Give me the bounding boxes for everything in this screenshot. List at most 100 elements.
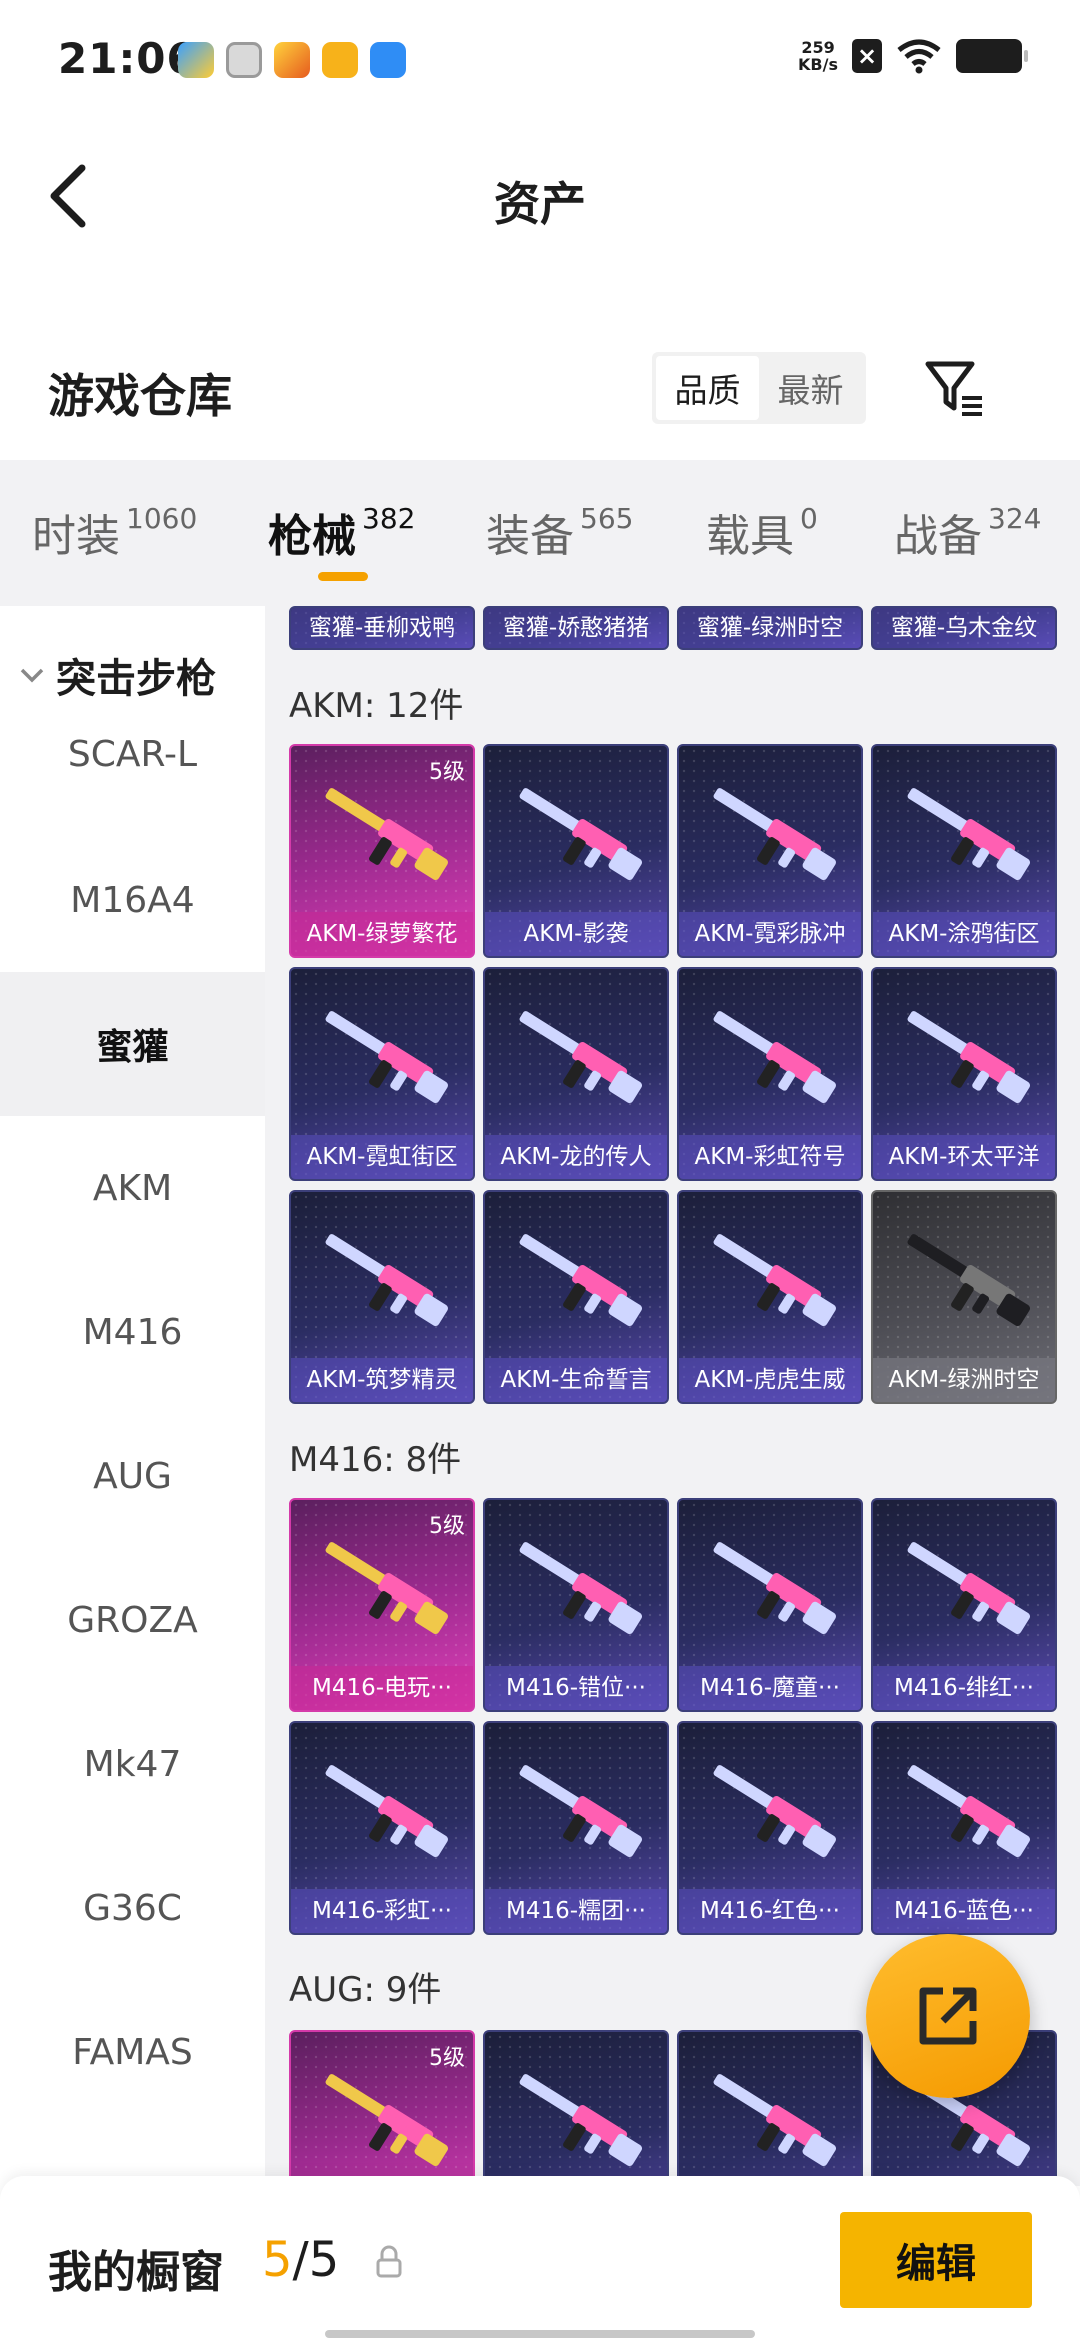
skin-name: M416-蓝色··· xyxy=(873,1889,1055,1933)
skin-card[interactable]: M416-糯团··· xyxy=(483,1721,669,1935)
skin-card[interactable] xyxy=(483,2030,669,2186)
level-badge: 5级 xyxy=(429,760,465,785)
skin-card[interactable]: M416-蓝色··· xyxy=(871,1721,1057,1935)
page-title: 资产 xyxy=(494,177,586,231)
sidebar-item-aug[interactable]: AUG xyxy=(0,1404,265,1548)
sidebar-item-m16a4[interactable]: M16A4 xyxy=(0,828,265,972)
sidebar-item-scar-l[interactable]: SCAR-L xyxy=(0,682,265,826)
skin-card[interactable]: M416-魔童··· xyxy=(677,1498,863,1712)
skin-card[interactable]: 5级 AKM-绿萝繁花 xyxy=(289,744,475,958)
tab-vehicles[interactable]: 载具 0 xyxy=(706,500,818,564)
weapon-image xyxy=(713,1011,836,1103)
sidebar-item-mk47[interactable]: Mk47 xyxy=(0,1692,265,1836)
tab-label: 战备 xyxy=(894,511,982,562)
showcase-total: 5 xyxy=(308,2232,340,2288)
filter-icon[interactable] xyxy=(922,356,986,420)
skin-card[interactable]: AKM-绿洲时空 xyxy=(871,1190,1057,1404)
skin-card[interactable]: AKM-龙的传人 xyxy=(483,967,669,1181)
battery-icon xyxy=(956,39,1028,73)
level-badge: 5级 xyxy=(429,2046,465,2071)
share-external-icon xyxy=(919,1987,977,2045)
tab-count: 0 xyxy=(800,502,818,535)
tab-count: 324 xyxy=(988,502,1042,535)
weapon-image xyxy=(519,1234,642,1326)
skin-name: AKM-绿洲时空 xyxy=(873,1358,1055,1402)
skin-card[interactable]: M416-绯红··· xyxy=(871,1498,1057,1712)
skin-card[interactable]: 蜜獾-垂柳戏鸭 xyxy=(289,606,475,650)
share-fab-button[interactable] xyxy=(866,1934,1030,2098)
tab-equipment[interactable]: 装备 565 xyxy=(486,500,633,564)
skin-name: M416-彩虹··· xyxy=(291,1889,473,1933)
skin-card[interactable]: AKM-霓虹街区 xyxy=(289,967,475,1181)
tab-fashion[interactable]: 时装 1060 xyxy=(32,500,197,564)
skin-card[interactable]: 蜜獾-乌木金纹 xyxy=(871,606,1057,650)
tab-count: 1060 xyxy=(126,502,198,535)
weapon-image xyxy=(713,1234,836,1326)
gear-app-icon xyxy=(226,42,262,78)
skin-card[interactable]: AKM-彩虹符号 xyxy=(677,967,863,1181)
sidebar-item-akm[interactable]: AKM xyxy=(0,1116,265,1260)
target-app-icon xyxy=(322,42,358,78)
weapon-image xyxy=(519,1542,642,1634)
sort-toggle: 品质 最新 xyxy=(652,352,866,424)
tab-active-indicator xyxy=(318,572,368,581)
weapon-image xyxy=(907,788,1030,880)
sidebar-item-m416[interactable]: M416 xyxy=(0,1260,265,1404)
close-notif-icon: × xyxy=(852,39,882,73)
skin-name: M416-糯团··· xyxy=(485,1889,667,1933)
skin-card[interactable]: M416-红色··· xyxy=(677,1721,863,1935)
tab-count: 565 xyxy=(580,502,634,535)
network-speed: 259 KB/s xyxy=(798,39,838,73)
warehouse-title: 游戏仓库 xyxy=(48,369,232,423)
lock-icon xyxy=(376,2245,402,2278)
skin-card[interactable]: AKM-影袭 xyxy=(483,744,669,958)
sidebar-item-honey-badger[interactable]: 蜜獾 xyxy=(0,972,265,1116)
sort-quality-button[interactable]: 品质 xyxy=(656,356,759,420)
sidebar-item-g36c[interactable]: G36C xyxy=(0,1836,265,1980)
skin-card[interactable]: 5级 xyxy=(289,2030,475,2186)
weapon-image xyxy=(325,1234,448,1326)
notification-icons xyxy=(178,42,406,78)
speed-unit: KB/s xyxy=(798,55,838,74)
skin-card[interactable]: 蜜獾-绿洲时空 xyxy=(677,606,863,650)
skin-card[interactable]: 蜜獾-娇憨猪猪 xyxy=(483,606,669,650)
showcase-count: 5/5 xyxy=(262,2232,339,2288)
skin-card[interactable]: AKM-生命誓言 xyxy=(483,1190,669,1404)
weapon-image xyxy=(713,2074,836,2166)
skin-card[interactable]: AKM-虎虎生威 xyxy=(677,1190,863,1404)
tab-firearms[interactable]: 枪械 382 xyxy=(268,500,415,564)
skin-name: 蜜獾-绿洲时空 xyxy=(679,608,861,648)
sort-newest-button[interactable]: 最新 xyxy=(759,356,862,420)
skin-name: AKM-龙的传人 xyxy=(485,1135,667,1179)
edit-button[interactable]: 编辑 xyxy=(840,2212,1032,2308)
weapon-image xyxy=(325,1765,448,1857)
status-time: 21:06 xyxy=(58,34,197,83)
skin-name: M416-红色··· xyxy=(679,1889,861,1933)
skin-card[interactable]: AKM-环太平洋 xyxy=(871,967,1057,1181)
skin-name: 蜜獾-垂柳戏鸭 xyxy=(291,608,473,648)
weapon-image xyxy=(325,1011,448,1103)
skin-card[interactable]: M416-彩虹··· xyxy=(289,1721,475,1935)
skin-name: AKM-生命誓言 xyxy=(485,1358,667,1402)
showcase-current: 5 xyxy=(262,2232,293,2288)
skin-card[interactable] xyxy=(677,2030,863,2186)
showcase-bar: 我的橱窗 5/5 编辑 xyxy=(0,2176,1080,2344)
tab-supplies[interactable]: 战备 324 xyxy=(894,500,1041,564)
skin-name: 蜜獾-乌木金纹 xyxy=(873,608,1055,648)
skin-card[interactable]: AKM-筑梦精灵 xyxy=(289,1190,475,1404)
skin-card[interactable]: M416-错位··· xyxy=(483,1498,669,1712)
skin-card[interactable]: 5级 M416-电玩··· xyxy=(289,1498,475,1712)
showcase-label: 我的橱窗 xyxy=(48,2247,224,2298)
skin-name: AKM-彩虹符号 xyxy=(679,1135,861,1179)
weapon-image xyxy=(519,1765,642,1857)
skin-card[interactable]: AKM-霓彩脉冲 xyxy=(677,744,863,958)
weapon-image xyxy=(325,788,448,880)
app-screen: { "status_bar": { "time": "21:06", "spee… xyxy=(0,0,1080,2344)
weapon-image xyxy=(907,1765,1030,1857)
status-right: 259 KB/s × xyxy=(798,38,1028,74)
skin-name: M416-魔童··· xyxy=(679,1666,861,1710)
skin-card[interactable]: AKM-涂鸦街区 xyxy=(871,744,1057,958)
home-indicator[interactable] xyxy=(325,2330,755,2338)
sidebar-item-famas[interactable]: FAMAS xyxy=(0,1980,265,2124)
sidebar-item-groza[interactable]: GROZA xyxy=(0,1548,265,1692)
